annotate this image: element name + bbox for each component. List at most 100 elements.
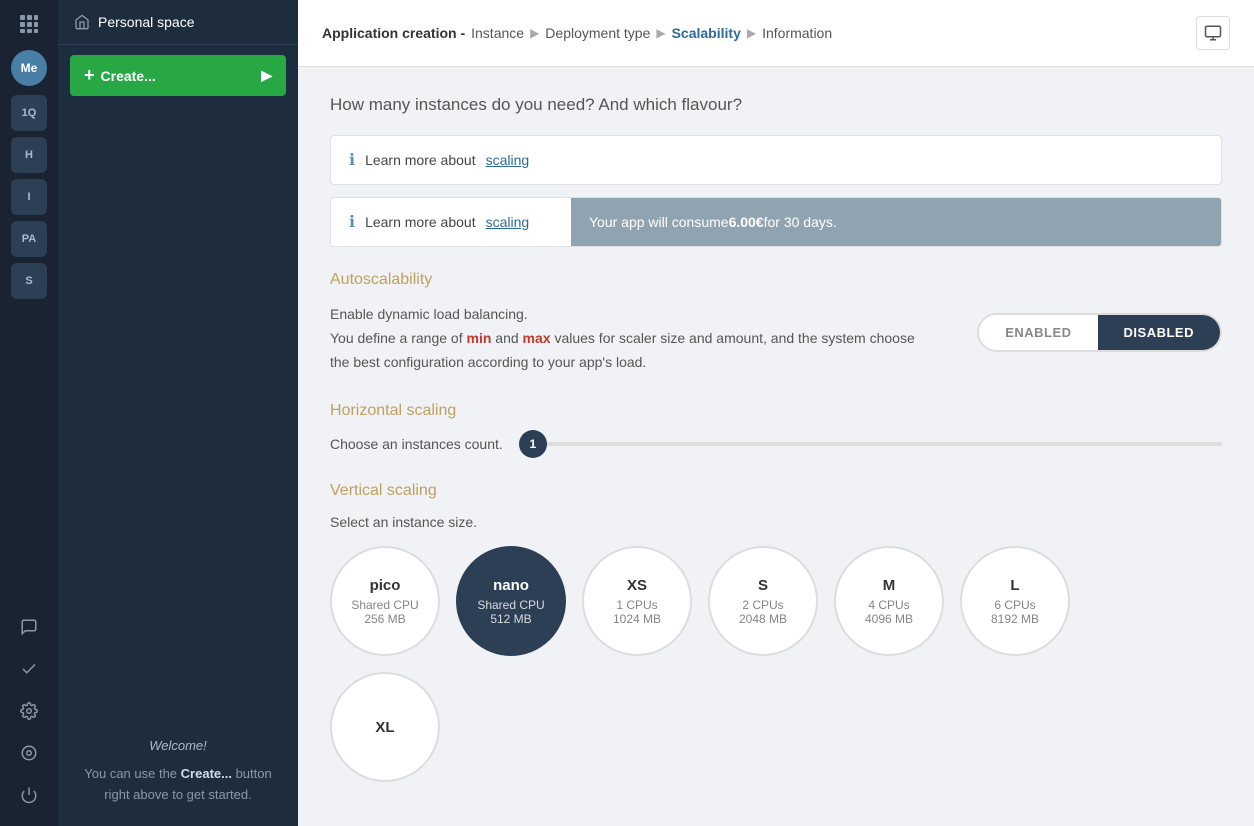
max-text: max	[523, 330, 551, 346]
info-icon-1: ℹ	[349, 150, 355, 170]
space-1q[interactable]: 1Q	[11, 95, 47, 131]
autoscale-description: Enable dynamic load balancing. You defin…	[330, 303, 937, 374]
breadcrumb-deployment[interactable]: Deployment type	[545, 25, 650, 41]
nano-ram: 512 MB	[490, 612, 531, 626]
settings-icon[interactable]	[11, 693, 47, 729]
create-label: Create...	[101, 68, 156, 84]
pico-cpu: Shared CPU	[351, 598, 418, 612]
size-xs[interactable]: XS 1 CPUs 1024 MB	[582, 546, 692, 656]
horizontal-scaling-heading: Horizontal scaling	[330, 402, 1222, 420]
breadcrumb-information[interactable]: Information	[762, 25, 832, 41]
chat-icon[interactable]	[11, 609, 47, 645]
personal-space-label: Personal space	[98, 14, 195, 30]
check-icon[interactable]	[11, 651, 47, 687]
sep1: ▶	[530, 26, 539, 40]
info-box-2: ℹ Learn more about scaling Your app will…	[330, 197, 1222, 247]
nano-cpu: Shared CPU	[477, 598, 544, 612]
instances-slider[interactable]: 1	[519, 434, 1222, 454]
l-ram: 8192 MB	[991, 612, 1039, 626]
sidebar: Personal space + Create... ▶ Welcome! Yo…	[58, 0, 298, 826]
vertical-scaling-heading: Vertical scaling	[330, 482, 1222, 500]
size-m[interactable]: M 4 CPUs 4096 MB	[834, 546, 944, 656]
toggle-disabled[interactable]: DISABLED	[1098, 315, 1220, 350]
autoscale-line2: You define a range of min and max values…	[330, 327, 937, 375]
welcome-title: Welcome!	[78, 736, 278, 757]
space-i[interactable]: I	[11, 179, 47, 215]
size-xl[interactable]: XL	[330, 672, 440, 782]
m-ram: 4096 MB	[865, 612, 913, 626]
sidebar-welcome: Welcome! You can use the Create... butto…	[58, 716, 298, 826]
select-size-label: Select an instance size.	[330, 514, 1222, 530]
instance-sizes: pico Shared CPU 256 MB nano Shared CPU 5…	[330, 546, 1222, 656]
xs-ram: 1024 MB	[613, 612, 661, 626]
vertical-scaling-section: Select an instance size. pico Shared CPU…	[330, 514, 1222, 782]
space-pa[interactable]: PA	[11, 221, 47, 257]
size-nano[interactable]: nano Shared CPU 512 MB	[456, 546, 566, 656]
bottom-icons	[11, 606, 47, 826]
m-name: M	[883, 577, 896, 594]
user-avatar[interactable]: Me	[11, 50, 47, 86]
pico-name: pico	[370, 577, 401, 594]
topbar: Application creation - Instance ▶ Deploy…	[298, 0, 1254, 67]
breadcrumb-instance[interactable]: Instance	[471, 25, 524, 41]
info-box-2-right: Your app will consume 6.00€ for 30 days.	[571, 198, 1221, 246]
autoscale-line1: Enable dynamic load balancing.	[330, 303, 937, 327]
toggle-enabled[interactable]: ENABLED	[979, 315, 1097, 350]
autoscale-toggle: ENABLED DISABLED	[977, 313, 1222, 352]
horizontal-scaling-section: Choose an instances count. 1	[330, 434, 1222, 454]
m-cpu: 4 CPUs	[868, 598, 909, 612]
info-box-1: ℹ Learn more about scaling	[330, 135, 1222, 185]
s-cpu: 2 CPUs	[742, 598, 783, 612]
breadcrumb: Application creation - Instance ▶ Deploy…	[322, 25, 832, 41]
main-content: Application creation - Instance ▶ Deploy…	[298, 0, 1254, 826]
power-icon[interactable]	[11, 777, 47, 813]
sep2: ▶	[656, 26, 665, 40]
gear2-icon[interactable]	[11, 735, 47, 771]
sep3: ▶	[747, 26, 756, 40]
autoscalability-section: Enable dynamic load balancing. You defin…	[330, 303, 1222, 374]
scaling-link-1[interactable]: scaling	[486, 152, 530, 168]
page-content: How many instances do you need? And whic…	[298, 67, 1254, 826]
min-text: min	[467, 330, 492, 346]
xs-cpu: 1 CPUs	[616, 598, 657, 612]
price-value: 6.00€	[729, 214, 764, 230]
l-cpu: 6 CPUs	[994, 598, 1035, 612]
grid-icon[interactable]	[13, 8, 45, 40]
sidebar-header: Personal space	[58, 0, 298, 45]
create-button[interactable]: + Create... ▶	[70, 55, 286, 96]
icon-rail: Me 1Q H I PA S	[0, 0, 58, 826]
price-suffix: for 30 days.	[764, 214, 837, 230]
info-text-1-pre: Learn more about	[365, 152, 476, 168]
space-h[interactable]: H	[11, 137, 47, 173]
s-name: S	[758, 577, 768, 594]
space-s[interactable]: S	[11, 263, 47, 299]
welcome-button-ref: Create...	[181, 766, 232, 781]
topbar-action-icon[interactable]	[1196, 16, 1230, 50]
xs-name: XS	[627, 577, 647, 594]
s-ram: 2048 MB	[739, 612, 787, 626]
arrow-right-icon: ▶	[261, 67, 272, 84]
scaling-link-2[interactable]: scaling	[486, 214, 530, 230]
slider-thumb[interactable]: 1	[519, 430, 547, 458]
info-icon-2: ℹ	[349, 212, 355, 232]
info-box-2-left: ℹ Learn more about scaling	[331, 198, 571, 246]
info-text-2-pre: Learn more about	[365, 214, 476, 230]
xl-name: XL	[375, 719, 394, 736]
welcome-text-pre: You can use the	[84, 766, 180, 781]
instances-label: Choose an instances count.	[330, 436, 503, 452]
size-pico[interactable]: pico Shared CPU 256 MB	[330, 546, 440, 656]
instances-row: Choose an instances count. 1	[330, 434, 1222, 454]
app-creation-label: Application creation -	[322, 25, 465, 41]
autoscalability-heading: Autoscalability	[330, 271, 1222, 289]
l-name: L	[1010, 577, 1019, 594]
plus-icon: +	[84, 65, 95, 86]
size-s[interactable]: S 2 CPUs 2048 MB	[708, 546, 818, 656]
nano-name: nano	[493, 577, 529, 594]
page-question: How many instances do you need? And whic…	[330, 95, 1222, 115]
size-l[interactable]: L 6 CPUs 8192 MB	[960, 546, 1070, 656]
price-text-pre: Your app will consume	[589, 214, 729, 230]
xl-row: XL	[330, 672, 1222, 782]
home-icon	[74, 14, 90, 30]
breadcrumb-scalability[interactable]: Scalability	[672, 25, 741, 41]
pico-ram: 256 MB	[364, 612, 405, 626]
